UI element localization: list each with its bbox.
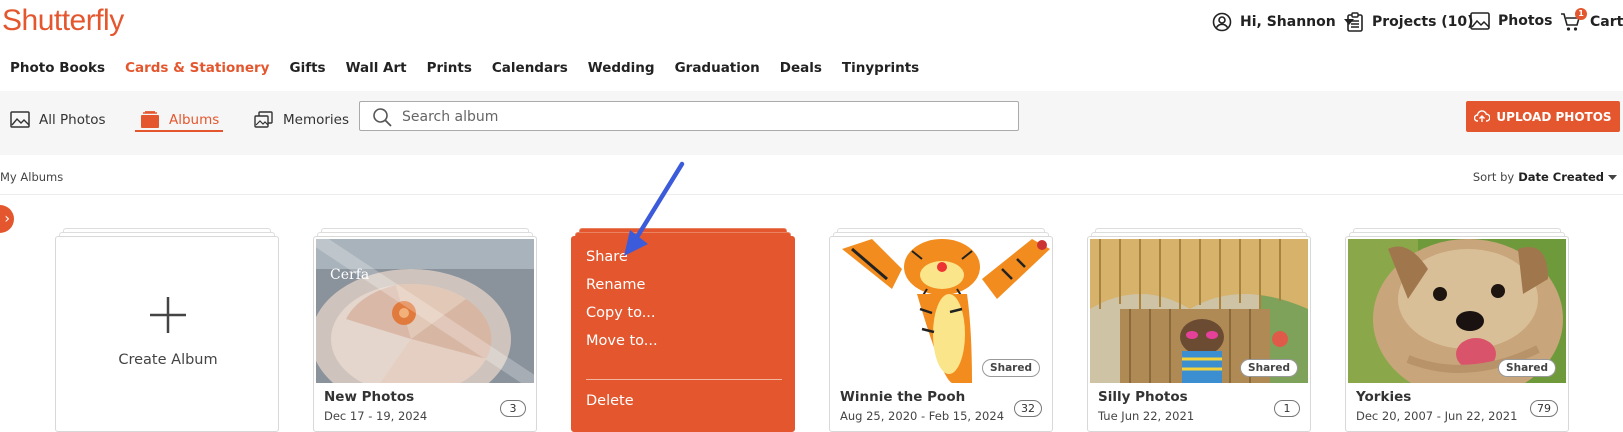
projects-link[interactable]: Projects (10) bbox=[1346, 12, 1474, 32]
nav-cards-stationery[interactable]: Cards & Stationery bbox=[125, 60, 269, 76]
nav-tinyprints[interactable]: Tinyprints bbox=[842, 60, 919, 76]
create-album-label: Create Album bbox=[118, 352, 218, 368]
album-card[interactable]: Shared Silly Photos Tue Jun 22, 2021 1 bbox=[1087, 228, 1311, 432]
album-thumbnail: Cerfa bbox=[316, 239, 534, 383]
tab-memories[interactable]: Memories bbox=[254, 111, 349, 129]
image-icon bbox=[10, 111, 30, 128]
photos-icon bbox=[1470, 12, 1490, 30]
album-title: Yorkies bbox=[1356, 389, 1412, 405]
clipboard-icon bbox=[1347, 12, 1363, 32]
shared-badge: Shared bbox=[1498, 359, 1556, 377]
nav-photo-books[interactable]: Photo Books bbox=[10, 60, 105, 76]
photos-link[interactable]: Photos bbox=[1470, 12, 1553, 30]
tab-all-photos-label: All Photos bbox=[39, 111, 106, 128]
greeting-label: Hi, Shannon bbox=[1240, 14, 1336, 30]
tab-all-photos[interactable]: All Photos bbox=[10, 111, 106, 128]
card-body: Shared Yorkies Dec 20, 2007 - Jun 22, 20… bbox=[1345, 236, 1569, 432]
album-icon bbox=[141, 111, 159, 128]
tab-memories-label: Memories bbox=[283, 112, 350, 128]
sort-value: Date Created bbox=[1518, 170, 1604, 184]
album-title: New Photos bbox=[324, 389, 415, 405]
annotation-arrow bbox=[624, 161, 685, 256]
projects-label: Projects (10) bbox=[1372, 14, 1474, 30]
album-date: Dec 20, 2007 - Jun 22, 2021 bbox=[1356, 409, 1518, 423]
nav-deals[interactable]: Deals bbox=[780, 60, 822, 76]
nav-prints[interactable]: Prints bbox=[427, 60, 472, 76]
category-nav: Photo Books Cards & Stationery Gifts Wal… bbox=[10, 60, 919, 76]
photo-count-badge: 32 bbox=[1014, 400, 1042, 417]
plus-icon bbox=[150, 297, 186, 333]
search-box bbox=[359, 101, 1019, 131]
cerfa-text: Cerfa bbox=[330, 267, 369, 283]
cloud-upload-icon bbox=[1474, 110, 1491, 122]
cake-plate-photo: Cerfa bbox=[316, 239, 534, 383]
expand-sidebar-button[interactable]: › bbox=[0, 205, 14, 233]
breadcrumb[interactable]: My Albums bbox=[0, 170, 63, 184]
divider bbox=[0, 194, 1623, 195]
top-bar: Shutterfly Hi, Shannon Projects (10) Pho… bbox=[0, 0, 1623, 46]
account-menu[interactable]: Hi, Shannon bbox=[1212, 12, 1354, 32]
user-icon bbox=[1212, 12, 1232, 32]
nav-calendars[interactable]: Calendars bbox=[492, 60, 568, 76]
cart-label: Cart bbox=[1590, 14, 1623, 30]
page: Shutterfly Hi, Shannon Projects (10) Pho… bbox=[0, 0, 1623, 432]
card-body: Shared Silly Photos Tue Jun 22, 2021 1 bbox=[1087, 236, 1311, 432]
nav-wall-art[interactable]: Wall Art bbox=[346, 60, 407, 76]
caret-down-icon bbox=[1608, 174, 1617, 180]
shared-badge: Shared bbox=[1240, 359, 1298, 377]
album-date: Dec 17 - 19, 2024 bbox=[324, 409, 428, 423]
photos-label: Photos bbox=[1498, 13, 1553, 29]
album-title: Silly Photos bbox=[1098, 389, 1188, 405]
menu-rename[interactable]: Rename bbox=[586, 277, 645, 293]
sort-prefix: Sort by bbox=[1472, 170, 1515, 184]
photo-count-badge: 1 bbox=[1274, 400, 1300, 417]
album-date: Tue Jun 22, 2021 bbox=[1098, 409, 1195, 423]
upload-photos-label: UPLOAD PHOTOS bbox=[1496, 109, 1612, 124]
album-title: Winnie the Pooh bbox=[840, 389, 966, 405]
cart-icon-wrap: 1 bbox=[1560, 8, 1587, 32]
nav-gifts[interactable]: Gifts bbox=[289, 60, 325, 76]
album-card[interactable]: Shared Winnie the Pooh Aug 25, 2020 - Fe… bbox=[829, 228, 1053, 432]
cart-link[interactable]: 1 Cart bbox=[1560, 8, 1623, 32]
search-icon bbox=[373, 108, 392, 127]
photo-count-badge: 79 bbox=[1530, 400, 1558, 417]
memories-icon bbox=[254, 111, 273, 128]
context-menu: Share Rename Copy to... Move to... Delet… bbox=[571, 236, 795, 432]
menu-separator bbox=[586, 379, 782, 380]
card-body: Shared Winnie the Pooh Aug 25, 2020 - Fe… bbox=[829, 236, 1053, 432]
tab-albums-label: Albums bbox=[169, 112, 220, 128]
shared-badge: Shared bbox=[982, 359, 1040, 377]
nav-graduation[interactable]: Graduation bbox=[675, 60, 760, 76]
photo-count-badge: 3 bbox=[500, 400, 526, 417]
tab-albums[interactable]: Albums bbox=[140, 111, 219, 129]
active-tab-indicator bbox=[135, 130, 223, 132]
menu-delete[interactable]: Delete bbox=[586, 393, 634, 409]
album-card[interactable]: Cerfa New Photos Dec 17 - 19, 2024 3 bbox=[313, 228, 537, 432]
album-context-menu-card: Share Rename Copy to... Move to... Delet… bbox=[571, 228, 795, 432]
albums-toolbar: All Photos Albums Memories UPLOAD PHOTOS bbox=[0, 91, 1623, 155]
shutterfly-logo[interactable]: Shutterfly bbox=[2, 4, 124, 38]
card-body: Create Album bbox=[55, 236, 279, 432]
search-input[interactable] bbox=[402, 106, 1002, 128]
upload-photos-button[interactable]: UPLOAD PHOTOS bbox=[1466, 101, 1620, 132]
album-card[interactable]: Shared Yorkies Dec 20, 2007 - Jun 22, 20… bbox=[1345, 228, 1569, 432]
nav-wedding[interactable]: Wedding bbox=[588, 60, 655, 76]
sort-dropdown[interactable]: Sort by Date Created bbox=[1473, 170, 1617, 184]
card-body: Cerfa New Photos Dec 17 - 19, 2024 3 bbox=[313, 236, 537, 432]
album-date: Aug 25, 2020 - Feb 15, 2024 bbox=[840, 409, 1005, 423]
menu-copy-to[interactable]: Copy to... bbox=[586, 305, 656, 321]
menu-move-to[interactable]: Move to... bbox=[586, 333, 658, 349]
cart-count-badge: 1 bbox=[1575, 8, 1587, 20]
create-album-card[interactable]: Create Album bbox=[55, 228, 279, 432]
